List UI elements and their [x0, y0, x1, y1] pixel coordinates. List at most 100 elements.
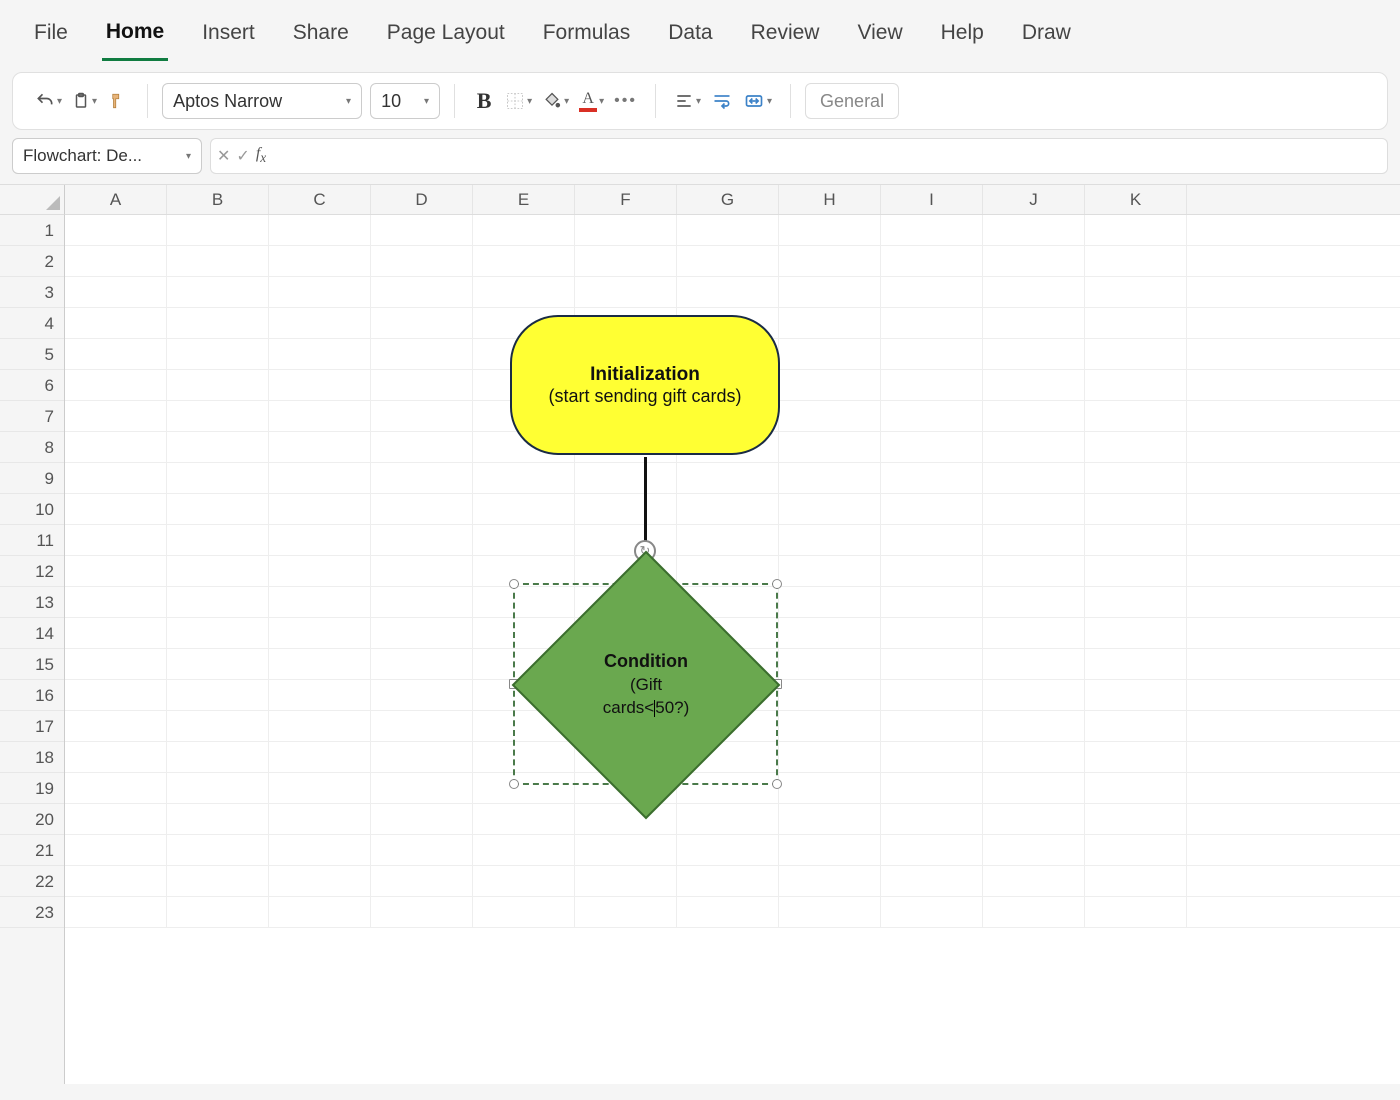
cell[interactable] — [1085, 804, 1187, 835]
row-header[interactable]: 1 — [0, 215, 64, 246]
cell[interactable] — [167, 277, 269, 308]
cell[interactable] — [881, 649, 983, 680]
cell[interactable] — [65, 215, 167, 246]
cell[interactable] — [983, 556, 1085, 587]
cell[interactable] — [1085, 432, 1187, 463]
cell[interactable] — [983, 494, 1085, 525]
cell[interactable] — [371, 649, 473, 680]
borders-button[interactable]: ▾ — [501, 83, 536, 119]
cell[interactable] — [65, 463, 167, 494]
row-header[interactable]: 11 — [0, 525, 64, 556]
cell[interactable] — [65, 742, 167, 773]
cell[interactable] — [65, 773, 167, 804]
col-header[interactable]: C — [269, 185, 371, 214]
cell[interactable] — [269, 711, 371, 742]
cell[interactable] — [779, 494, 881, 525]
cell[interactable] — [371, 339, 473, 370]
cell[interactable] — [269, 649, 371, 680]
cell[interactable] — [269, 835, 371, 866]
cell[interactable] — [167, 401, 269, 432]
cell[interactable] — [167, 618, 269, 649]
row-header[interactable]: 15 — [0, 649, 64, 680]
cell[interactable] — [65, 618, 167, 649]
cell[interactable] — [269, 246, 371, 277]
cell[interactable] — [983, 370, 1085, 401]
cell[interactable] — [167, 432, 269, 463]
cell[interactable] — [269, 277, 371, 308]
cell[interactable] — [983, 525, 1085, 556]
font-color-button[interactable]: A ▾ — [575, 83, 608, 119]
cell[interactable] — [983, 866, 1085, 897]
cell[interactable] — [473, 463, 575, 494]
cell[interactable] — [779, 215, 881, 246]
cell[interactable] — [371, 525, 473, 556]
cell[interactable] — [371, 618, 473, 649]
cell[interactable] — [779, 246, 881, 277]
col-header[interactable]: J — [983, 185, 1085, 214]
col-header[interactable]: H — [779, 185, 881, 214]
cell[interactable] — [1085, 525, 1187, 556]
cell[interactable] — [881, 618, 983, 649]
cell[interactable] — [881, 308, 983, 339]
row-header[interactable]: 9 — [0, 463, 64, 494]
cell[interactable] — [575, 897, 677, 928]
row-header[interactable]: 12 — [0, 556, 64, 587]
cell[interactable] — [881, 246, 983, 277]
cell[interactable] — [65, 432, 167, 463]
cell[interactable] — [677, 525, 779, 556]
cell[interactable] — [473, 866, 575, 897]
cell[interactable] — [779, 773, 881, 804]
cell[interactable] — [779, 866, 881, 897]
cell[interactable] — [677, 866, 779, 897]
cell[interactable] — [983, 277, 1085, 308]
tab-formulas[interactable]: Formulas — [539, 13, 635, 59]
cell[interactable] — [779, 432, 881, 463]
font-family-select[interactable]: Aptos Narrow ▾ — [162, 83, 362, 119]
tab-file[interactable]: File — [30, 13, 72, 59]
row-header[interactable]: 6 — [0, 370, 64, 401]
cell[interactable] — [65, 494, 167, 525]
tab-review[interactable]: Review — [747, 13, 824, 59]
cell[interactable] — [881, 742, 983, 773]
cell[interactable] — [1085, 866, 1187, 897]
cell[interactable] — [881, 711, 983, 742]
cell[interactable] — [65, 370, 167, 401]
cell[interactable] — [881, 897, 983, 928]
cell[interactable] — [269, 618, 371, 649]
cell[interactable] — [65, 525, 167, 556]
cell[interactable] — [1085, 494, 1187, 525]
col-header[interactable]: E — [473, 185, 575, 214]
cell[interactable] — [269, 432, 371, 463]
formula-input[interactable] — [272, 138, 1388, 174]
cell[interactable] — [1085, 215, 1187, 246]
cell[interactable] — [269, 897, 371, 928]
row-header[interactable]: 21 — [0, 835, 64, 866]
cell[interactable] — [371, 463, 473, 494]
cell[interactable] — [371, 556, 473, 587]
row-header[interactable]: 10 — [0, 494, 64, 525]
cell[interactable] — [1085, 649, 1187, 680]
cell[interactable] — [167, 308, 269, 339]
cell[interactable] — [167, 246, 269, 277]
cell[interactable] — [881, 339, 983, 370]
cell[interactable] — [167, 680, 269, 711]
cell[interactable] — [473, 835, 575, 866]
cell[interactable] — [65, 711, 167, 742]
cell[interactable] — [779, 649, 881, 680]
cell[interactable] — [1085, 742, 1187, 773]
cell[interactable] — [371, 246, 473, 277]
cell[interactable] — [677, 494, 779, 525]
cell[interactable] — [167, 742, 269, 773]
cell[interactable] — [167, 835, 269, 866]
cell[interactable] — [371, 742, 473, 773]
cell[interactable] — [779, 804, 881, 835]
cell[interactable] — [575, 494, 677, 525]
cell[interactable] — [371, 401, 473, 432]
cell[interactable] — [881, 556, 983, 587]
cell[interactable] — [983, 401, 1085, 432]
cell[interactable] — [779, 277, 881, 308]
cell[interactable] — [779, 587, 881, 618]
cell[interactable] — [269, 370, 371, 401]
cell[interactable] — [779, 742, 881, 773]
cell[interactable] — [779, 711, 881, 742]
